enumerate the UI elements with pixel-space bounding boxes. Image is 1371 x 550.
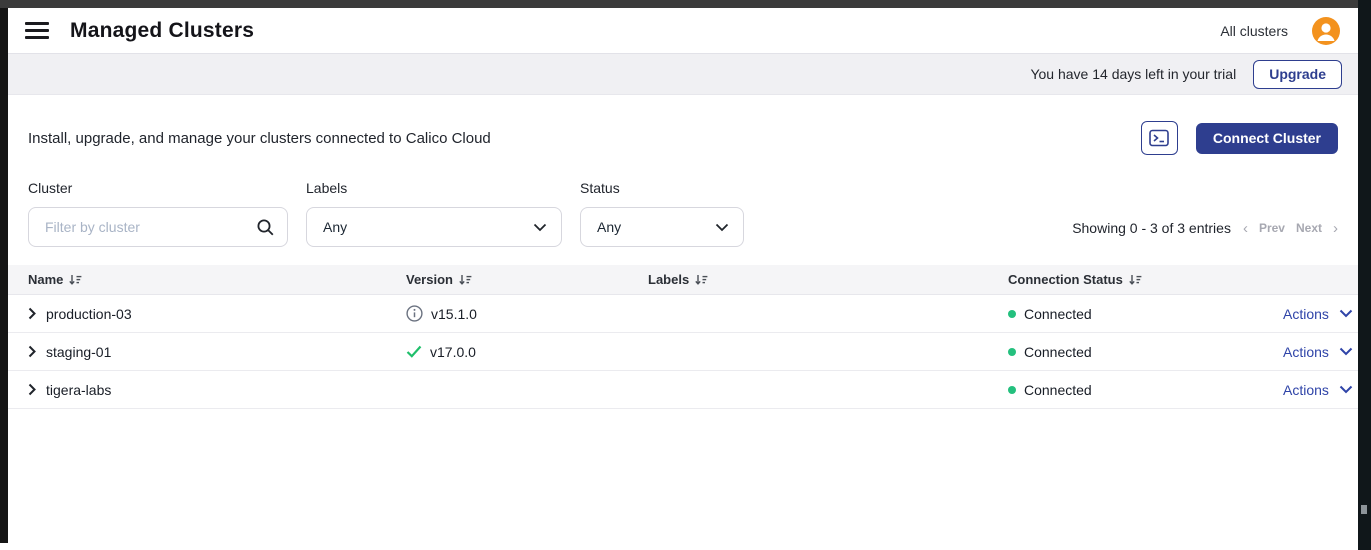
screen-right-edge [1358,0,1371,550]
app-header: Managed Clusters All clusters [8,8,1358,54]
cluster-version: v15.1.0 [431,306,477,322]
chevron-right-icon [28,307,36,320]
page-title: Managed Clusters [70,19,254,43]
labels-filter-label: Labels [306,180,562,196]
toolbar: Install, upgrade, and manage your cluste… [8,121,1358,155]
cluster-name: production-03 [46,306,132,322]
cluster-filter-inputwrap [28,207,288,247]
actions-caret[interactable] [1339,309,1353,318]
actions-caret[interactable] [1339,347,1353,356]
hamburger-menu-button[interactable] [20,16,54,46]
chevron-down-icon [715,223,729,232]
chevron-right-icon [28,383,36,396]
hamburger-icon [25,22,49,25]
status-filter-label: Status [580,180,744,196]
prev-button[interactable]: Prev [1259,221,1285,235]
sort-icon [1129,274,1142,286]
upgrade-button[interactable]: Upgrade [1253,60,1342,89]
check-icon [406,345,422,358]
table-header-row: Name Version Labels [8,265,1358,295]
scroll-indicator [1361,505,1367,514]
table-row: staging-01 v17.0.0 Connected Actions [8,333,1358,371]
actions-menu-button[interactable]: Actions [1283,382,1329,398]
expand-row-button[interactable] [28,383,36,396]
connect-cluster-button[interactable]: Connect Cluster [1196,123,1338,154]
column-header-connection-status[interactable]: Connection Status [988,272,1263,287]
info-icon[interactable] [406,305,423,322]
table-row: production-03 v15.1.0 Connected Actions [8,295,1358,333]
expand-row-button[interactable] [28,307,36,320]
clusters-table: Name Version Labels [8,265,1358,409]
user-avatar[interactable] [1312,17,1340,45]
cluster-scope-selector[interactable]: All clusters [1220,23,1288,39]
cluster-filter-input[interactable] [29,208,287,246]
labels-filter-select[interactable]: Any [306,207,562,247]
status-filter-select[interactable]: Any [580,207,744,247]
chevron-down-icon [1339,347,1353,356]
actions-menu-button[interactable]: Actions [1283,344,1329,360]
screen-top-edge [0,0,1371,8]
terminal-icon [1149,129,1169,147]
connection-status: Connected [1024,306,1092,322]
sort-icon [69,274,82,286]
page-description: Install, upgrade, and manage your cluste… [28,130,491,147]
column-header-name[interactable]: Name [8,272,386,287]
managed-clusters-page: Managed Clusters All clusters You have 1… [8,8,1358,550]
expand-row-button[interactable] [28,345,36,358]
toolbar-actions: Connect Cluster [1141,121,1338,155]
actions-menu-button[interactable]: Actions [1283,306,1329,322]
actions-caret[interactable] [1339,385,1353,394]
connected-status-dot [1008,348,1016,356]
status-filter-group: Status Any [580,180,744,247]
terminal-button[interactable] [1141,121,1178,155]
connection-status: Connected [1024,382,1092,398]
person-icon [1312,17,1340,45]
next-chevron-icon[interactable]: › [1333,221,1338,236]
header-left: Managed Clusters [20,16,254,46]
search-icon[interactable] [256,218,275,237]
chevron-down-icon [1339,385,1353,394]
column-header-labels[interactable]: Labels [628,272,988,287]
chevron-down-icon [1339,309,1353,318]
filters-row: Cluster Labels Any Status Any [8,180,1358,247]
connected-status-dot [1008,310,1016,318]
labels-filter-value: Any [323,219,347,235]
connection-status: Connected [1024,344,1092,360]
cluster-filter-label: Cluster [28,180,288,196]
cluster-name: staging-01 [46,344,111,360]
trial-banner: You have 14 days left in your trial Upgr… [8,54,1358,95]
entries-summary: Showing 0 - 3 of 3 entries [1072,220,1231,236]
chevron-right-icon [28,345,36,358]
next-button[interactable]: Next [1296,221,1322,235]
sort-icon [695,274,708,286]
sort-icon [459,274,472,286]
pager: ‹ Prev Next › [1243,221,1338,236]
cluster-filter-group: Cluster [28,180,288,247]
prev-chevron-icon[interactable]: ‹ [1243,221,1248,236]
table-row: tigera-labs Connected Actions [8,371,1358,409]
status-filter-value: Any [597,219,621,235]
cluster-name: tigera-labs [46,382,111,398]
column-header-version[interactable]: Version [386,272,628,287]
pagination: Showing 0 - 3 of 3 entries ‹ Prev Next › [1072,220,1338,247]
labels-filter-group: Labels Any [306,180,562,247]
cluster-version: v17.0.0 [430,344,476,360]
chevron-down-icon [533,223,547,232]
connected-status-dot [1008,386,1016,394]
screen-left-edge [0,8,8,543]
header-right: All clusters [1220,17,1340,45]
trial-message: You have 14 days left in your trial [1030,66,1236,82]
